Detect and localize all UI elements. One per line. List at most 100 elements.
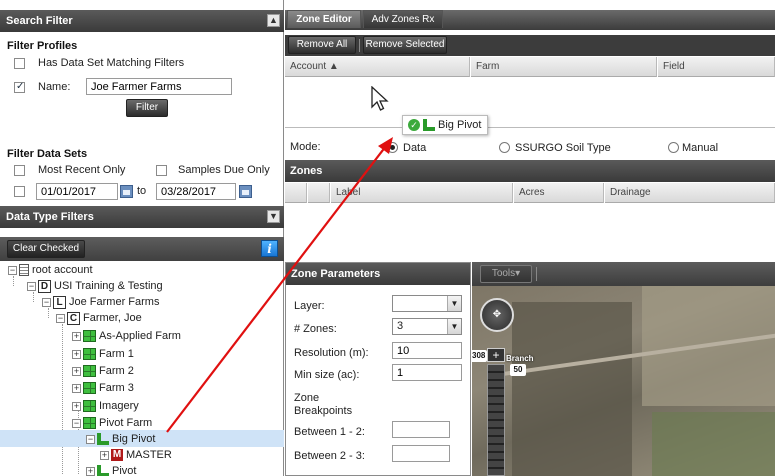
- collapse-icon[interactable]: −: [72, 418, 81, 428]
- tree-node-label: root account: [32, 264, 93, 276]
- search-filter-title: Search Filter: [6, 15, 73, 27]
- samples-due-label: Samples Due Only: [178, 164, 270, 176]
- collapse-icon[interactable]: −: [56, 313, 65, 323]
- tree-node-big-pivot[interactable]: − Big Pivot: [86, 431, 155, 447]
- data-type-filters-header: Data Type Filters ▼: [0, 206, 284, 228]
- tree-node-label: Pivot Farm: [99, 417, 153, 429]
- collapse-icon[interactable]: −: [8, 265, 17, 275]
- tree-node-master[interactable]: + M MASTER: [100, 447, 172, 463]
- tab-zone-editor[interactable]: Zone Editor: [287, 10, 361, 28]
- tree-node-farm[interactable]: + Farm 1: [72, 346, 134, 362]
- zoom-level-badge: 308: [472, 350, 488, 362]
- map-place-label: Branch: [506, 354, 534, 363]
- collapse-icon[interactable]: −: [86, 434, 95, 444]
- expand-icon[interactable]: +: [100, 450, 109, 460]
- name-checkbox[interactable]: [14, 81, 25, 93]
- tree-node-farm[interactable]: − Pivot Farm: [72, 415, 152, 431]
- search-filter-panel: Search Filter ▲ Filter Profiles Has Data…: [0, 0, 284, 476]
- field-list[interactable]: [285, 78, 775, 128]
- tree-node-label: Farm 1: [99, 348, 134, 360]
- expand-icon[interactable]: +: [72, 331, 81, 341]
- chevron-down-icon: ▼: [447, 296, 461, 311]
- editor-toolbar: Remove All Remove Selected: [285, 35, 775, 56]
- farm-grid-icon: [83, 400, 96, 413]
- customer-c-icon: C: [67, 311, 80, 325]
- min-size-input[interactable]: [392, 364, 462, 381]
- between-1-2-input[interactable]: [392, 421, 450, 438]
- zones-list[interactable]: [285, 204, 775, 260]
- tree-node-farm[interactable]: + Farm 2: [72, 363, 134, 379]
- mode-manual-radio[interactable]: [668, 142, 679, 153]
- column-zone-color: [308, 183, 330, 203]
- tree-node-farm[interactable]: + As-Applied Farm: [72, 328, 181, 344]
- clear-checked-button[interactable]: Clear Checked: [7, 240, 85, 258]
- tree-node-farm[interactable]: + Farm 3: [72, 380, 134, 396]
- pan-control[interactable]: ✥: [480, 298, 514, 332]
- profile-name-input[interactable]: [86, 78, 232, 95]
- collapse-icon[interactable]: −: [27, 281, 36, 291]
- has-data-set-checkbox[interactable]: [14, 58, 25, 69]
- resolution-label: Resolution (m):: [294, 347, 369, 359]
- zoom-in-button[interactable]: +: [487, 348, 505, 362]
- mode-data-radio[interactable]: [387, 142, 398, 153]
- column-account[interactable]: Account ▲: [285, 57, 470, 77]
- expand-icon[interactable]: +: [86, 466, 95, 476]
- search-filter-header: Search Filter ▲: [0, 10, 284, 32]
- tree-node-pivot[interactable]: + Pivot: [86, 463, 136, 476]
- tree-node-farmer-joe[interactable]: − C Farmer, Joe: [56, 310, 142, 326]
- toolbar-divider: [359, 39, 360, 52]
- tree-node-label: MASTER: [126, 449, 172, 461]
- satellite-map[interactable]: Tools▾ ✥ + 308 Branch 50: [472, 262, 775, 476]
- tree-node-farm[interactable]: + Imagery: [72, 398, 139, 414]
- calendar-icon[interactable]: [120, 185, 133, 198]
- zones-count-select[interactable]: 3 ▼: [392, 318, 462, 335]
- tree-node-joe-farmer-farms[interactable]: − L Joe Farmer Farms: [42, 294, 159, 310]
- date-to-input[interactable]: [156, 183, 236, 200]
- tree-guide: [62, 324, 63, 474]
- column-drainage[interactable]: Drainage: [605, 183, 775, 203]
- tab-adv-zones-rx[interactable]: Adv Zones Rx: [363, 10, 443, 28]
- date-from-input[interactable]: [36, 183, 118, 200]
- remove-selected-button[interactable]: Remove Selected: [363, 36, 447, 54]
- field-icon: [423, 119, 435, 132]
- column-farm[interactable]: Farm: [471, 57, 657, 77]
- calendar-icon[interactable]: [239, 185, 252, 198]
- road-shield-label: 50: [510, 364, 526, 376]
- zones-header: Zones: [285, 160, 775, 182]
- zones-title: Zones: [290, 165, 323, 177]
- remove-all-button[interactable]: Remove All: [288, 36, 356, 54]
- zoom-slider[interactable]: [487, 364, 505, 476]
- chevron-down-icon: ▼: [447, 319, 461, 334]
- tools-button[interactable]: Tools▾: [480, 265, 532, 283]
- collapse-icon[interactable]: −: [42, 297, 51, 307]
- expand-icon[interactable]: +: [72, 349, 81, 359]
- expand-icon[interactable]: +: [72, 401, 81, 411]
- tree-node-label: Pivot: [112, 465, 137, 476]
- column-label[interactable]: Label: [331, 183, 513, 203]
- column-acres[interactable]: Acres: [514, 183, 604, 203]
- resolution-input[interactable]: [392, 342, 462, 359]
- samples-due-checkbox[interactable]: [156, 165, 167, 176]
- most-recent-checkbox[interactable]: [14, 165, 25, 176]
- tree-node-root[interactable]: − root account: [8, 262, 93, 278]
- mode-ssurgo-radio[interactable]: [499, 142, 510, 153]
- info-icon[interactable]: i: [261, 240, 278, 257]
- expand-icon[interactable]: +: [72, 383, 81, 393]
- date-range-checkbox[interactable]: [14, 186, 25, 197]
- mode-data-label: Data: [403, 142, 427, 154]
- dealer-d-icon: D: [38, 279, 51, 293]
- collapse-up-icon[interactable]: ▲: [267, 14, 280, 27]
- tree-node-label: Big Pivot: [112, 433, 156, 445]
- mode-manual-label: Manual: [682, 142, 719, 154]
- collapse-down-icon[interactable]: ▼: [267, 210, 280, 223]
- between-2-3-input[interactable]: [392, 445, 450, 462]
- filter-button[interactable]: Filter: [126, 99, 168, 117]
- tree-node-usi[interactable]: − D USI Training & Testing: [27, 278, 163, 294]
- between-2-3-label: Between 2 - 3:: [294, 450, 365, 462]
- column-field[interactable]: Field: [658, 57, 775, 77]
- layer-label: Layer:: [294, 300, 325, 312]
- layer-select[interactable]: ▼: [392, 295, 462, 312]
- mouse-cursor-icon: [371, 86, 389, 111]
- filter-toolbar: Clear Checked i: [0, 237, 284, 261]
- expand-icon[interactable]: +: [72, 366, 81, 376]
